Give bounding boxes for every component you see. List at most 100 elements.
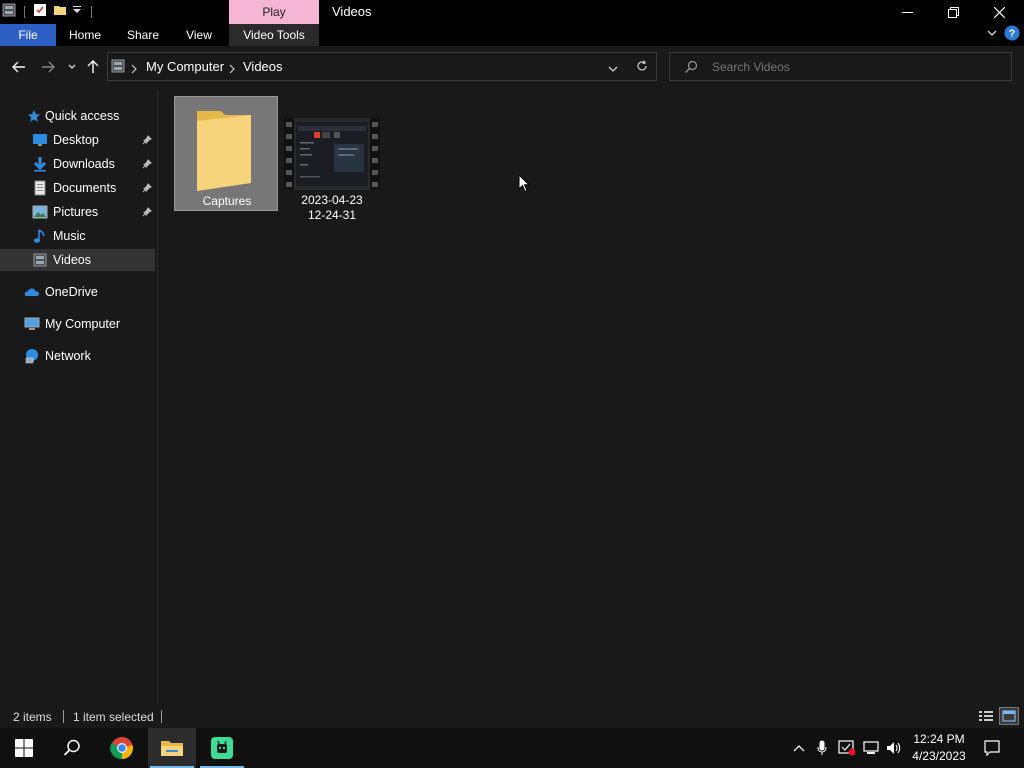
videos-location-icon [111, 59, 125, 78]
forward-button[interactable] [38, 57, 58, 77]
search-icon [63, 739, 80, 756]
status-separator [161, 710, 162, 723]
onedrive-cloud-icon [24, 284, 40, 300]
breadcrumb-videos[interactable]: Videos [243, 53, 283, 80]
search-box[interactable] [669, 52, 1012, 81]
new-folder-icon[interactable] [53, 3, 67, 22]
tab-home[interactable]: Home [60, 24, 110, 46]
sidebar-item-label: Quick access [45, 109, 120, 123]
sidebar-item-label: OneDrive [45, 285, 98, 299]
search-icon [684, 60, 698, 79]
details-view-icon[interactable] [978, 709, 994, 726]
taskbar-app-button[interactable] [198, 728, 246, 768]
sidebar-item-my-computer[interactable]: My Computer [0, 313, 155, 335]
tray-network[interactable] [860, 728, 882, 768]
tray-app-status[interactable] [836, 728, 858, 768]
restore-icon [947, 6, 959, 18]
recent-locations-button[interactable] [62, 57, 82, 77]
search-input[interactable] [710, 57, 1000, 76]
help-icon[interactable]: ? [1004, 25, 1020, 46]
selection-count: 1 item selected [73, 710, 154, 724]
window-title: Videos [332, 4, 372, 19]
sidebar-item-onedrive[interactable]: OneDrive [0, 281, 155, 303]
action-center-button[interactable] [978, 728, 1006, 768]
properties-icon[interactable] [33, 3, 47, 22]
video-item-2023-04-23[interactable]: 2023-04-23 12-24-31 [280, 96, 384, 222]
show-hidden-icons-button[interactable] [789, 728, 809, 768]
quick-access-toolbar [0, 0, 92, 24]
tab-file[interactable]: File [0, 24, 56, 46]
taskbar-search-button[interactable] [48, 728, 96, 768]
file-explorer-icon [161, 741, 183, 756]
sidebar-item-label: Network [45, 349, 91, 363]
network-tray-icon [863, 741, 879, 754]
ribbon-tabs: File Home Share View Video Tools ? [0, 24, 1024, 46]
back-arrow-icon [12, 61, 25, 73]
navigation-pane: Quick access Desktop Downloads Documents… [0, 90, 157, 704]
tray-microphone[interactable] [812, 728, 832, 768]
downloads-icon [32, 156, 48, 172]
ribbon-right-controls: ? [986, 24, 1020, 46]
pin-icon[interactable] [141, 182, 153, 194]
tab-share[interactable]: Share [118, 24, 168, 46]
pictures-icon [32, 204, 48, 220]
file-list[interactable]: Captures 2023-04-23 12-24-31 [158, 90, 1024, 704]
sidebar-item-label: Music [53, 229, 86, 243]
tab-view[interactable]: View [176, 24, 222, 46]
app-icon [211, 737, 233, 759]
restore-button[interactable] [930, 0, 976, 24]
up-button[interactable] [83, 57, 103, 77]
breadcrumb-my-computer[interactable]: My Computer [146, 53, 224, 80]
play-context-tab[interactable]: Play [229, 0, 319, 24]
sidebar-item-desktop[interactable]: Desktop [0, 129, 155, 151]
sidebar-item-quick-access[interactable]: Quick access [0, 105, 155, 127]
sidebar-item-label: Downloads [53, 157, 115, 171]
refresh-icon[interactable] [635, 59, 649, 78]
breadcrumb-separator-icon[interactable] [130, 61, 138, 79]
taskbar-chrome-button[interactable] [98, 728, 146, 768]
taskbar-clock[interactable]: 12:24 PM 4/23/2023 [905, 731, 973, 765]
svg-text:?: ? [1009, 28, 1016, 40]
start-icon [15, 739, 33, 757]
sidebar-item-videos[interactable]: Videos [0, 249, 155, 271]
sidebar-item-label: Documents [53, 181, 117, 195]
sidebar-item-network[interactable]: Network [0, 345, 155, 367]
customize-toolbar-chevron-icon[interactable] [71, 3, 83, 21]
network-icon [24, 348, 40, 364]
taskbar-file-explorer-button[interactable] [148, 728, 196, 768]
chrome-icon [110, 737, 133, 760]
sidebar-item-downloads[interactable]: Downloads [0, 153, 155, 175]
back-button[interactable] [9, 57, 29, 77]
close-button[interactable] [976, 0, 1022, 24]
sidebar-item-pictures[interactable]: Pictures [0, 201, 155, 223]
minimize-icon [901, 11, 913, 13]
breadcrumb-separator-icon[interactable] [228, 61, 236, 79]
forward-arrow-icon [42, 61, 55, 73]
pin-icon[interactable] [141, 134, 153, 146]
expand-ribbon-chevron-icon[interactable] [986, 26, 998, 44]
pin-icon[interactable] [141, 158, 153, 170]
sidebar-item-label: Videos [53, 253, 91, 267]
sidebar-item-documents[interactable]: Documents [0, 177, 155, 199]
videos-icon [32, 252, 48, 268]
tab-video-tools[interactable]: Video Tools [229, 24, 319, 46]
documents-icon [32, 180, 48, 196]
status-separator [63, 710, 64, 723]
address-history-chevron-icon[interactable] [607, 61, 619, 79]
clock-time: 12:24 PM [913, 732, 965, 746]
up-arrow-icon [87, 60, 99, 73]
minimize-button[interactable] [884, 0, 930, 24]
separator [91, 6, 92, 18]
item-count: 2 items [13, 710, 52, 724]
tray-volume[interactable] [884, 728, 906, 768]
start-button[interactable] [0, 728, 48, 768]
file-name: Captures [202, 194, 252, 208]
pin-icon[interactable] [141, 206, 153, 218]
music-icon [32, 228, 48, 244]
folder-item-captures[interactable]: Captures [174, 96, 278, 211]
sidebar-item-music[interactable]: Music [0, 225, 155, 247]
address-bar[interactable]: My Computer Videos [107, 52, 657, 81]
file-name-line-2: 12-24-31 [307, 208, 357, 222]
star-icon [26, 108, 42, 124]
large-icons-view-button[interactable] [999, 707, 1019, 725]
